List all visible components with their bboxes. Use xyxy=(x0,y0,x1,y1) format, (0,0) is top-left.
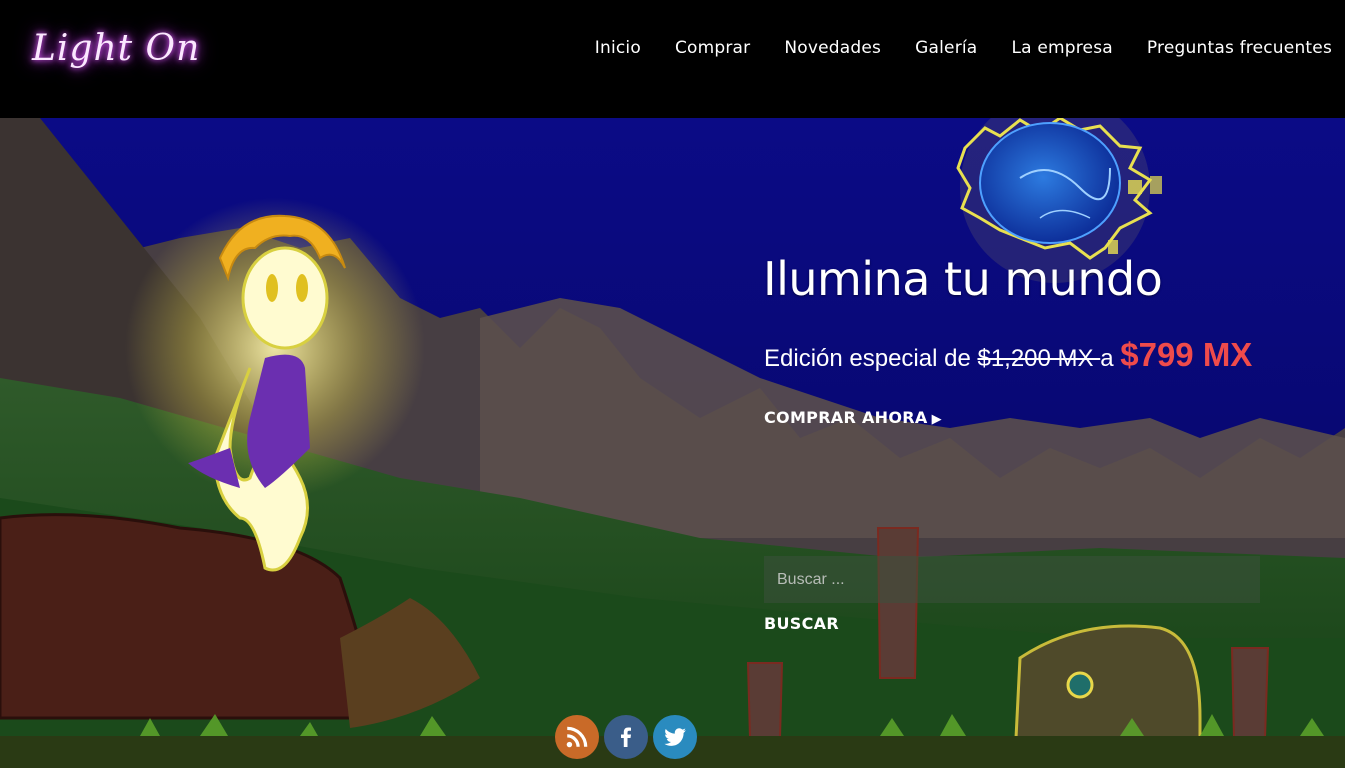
nav-preguntas-frecuentes[interactable]: Preguntas frecuentes xyxy=(1147,38,1332,58)
search-input[interactable] xyxy=(764,556,1260,603)
social-links xyxy=(555,715,697,759)
price-line: Edición especial de $1,200 MX a $799 MX xyxy=(764,336,1252,374)
hero-banner: Ilumina tu mundo Edición especial de $1,… xyxy=(0,118,1345,768)
search-button[interactable]: BUSCAR xyxy=(764,614,839,633)
hero-title: Ilumina tu mundo xyxy=(763,252,1163,306)
nav-comprar[interactable]: Comprar xyxy=(675,38,750,58)
rss-icon[interactable] xyxy=(555,715,599,759)
price-new: $799 MX xyxy=(1120,336,1253,373)
twitter-icon[interactable] xyxy=(653,715,697,759)
buy-now-label: COMPRAR AHORA xyxy=(764,408,928,427)
nav-novedades[interactable]: Novedades xyxy=(784,38,881,58)
main-nav: Inicio Comprar Novedades Galería La empr… xyxy=(595,38,1332,58)
nav-inicio[interactable]: Inicio xyxy=(595,38,641,58)
nav-la-empresa[interactable]: La empresa xyxy=(1011,38,1112,58)
price-prefix: Edición especial de xyxy=(764,345,978,372)
hero-background-illustration xyxy=(0,118,1345,768)
site-header: Light On Inicio Comprar Novedades Galerí… xyxy=(0,0,1345,118)
buy-now-link[interactable]: COMPRAR AHORA ▶ xyxy=(764,408,942,427)
price-old: $1,200 MX xyxy=(977,345,1101,372)
facebook-icon[interactable] xyxy=(604,715,648,759)
site-logo[interactable]: Light On xyxy=(32,28,200,69)
caret-right-icon: ▶ xyxy=(931,412,942,427)
price-connector: a xyxy=(1100,345,1121,372)
nav-galeria[interactable]: Galería xyxy=(915,38,977,58)
